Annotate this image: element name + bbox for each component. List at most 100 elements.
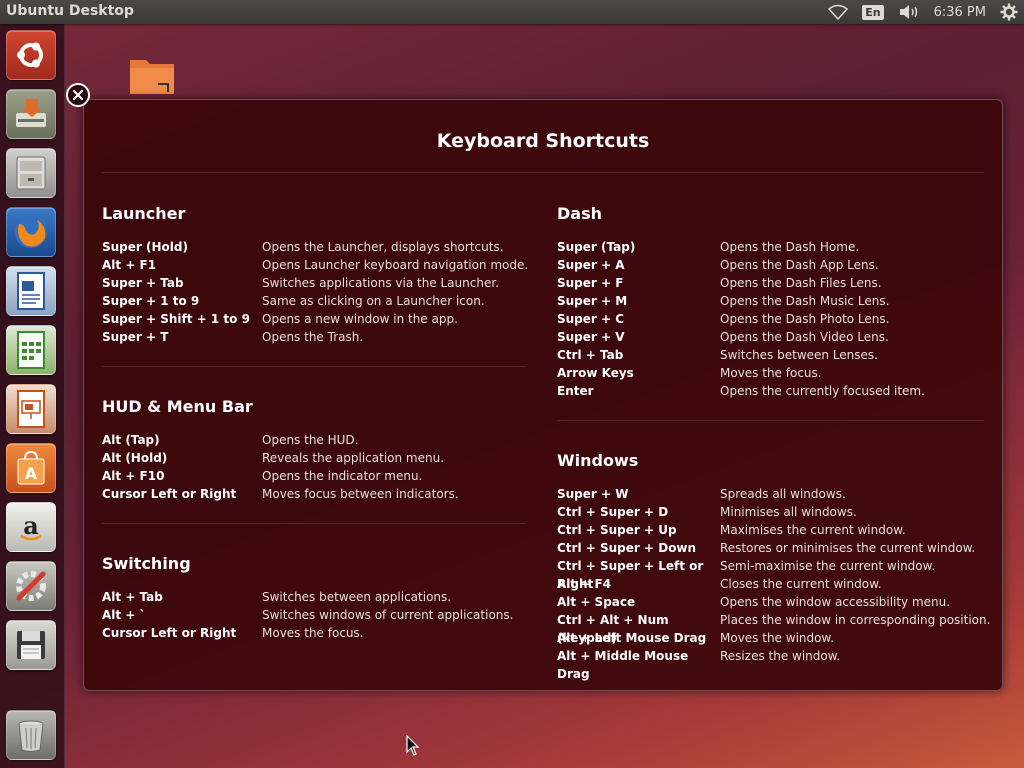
shortcut-description: Closes the current window. [720, 577, 882, 591]
shortcut-key: Super + M [557, 294, 628, 308]
launcher-software-center-button[interactable]: A [6, 443, 56, 493]
shortcut-row: Alt + F1 Opens Launcher keyboard navigati… [102, 256, 528, 274]
shortcut-key: Super + W [557, 487, 629, 501]
launcher-dash-button[interactable] [6, 30, 56, 80]
shortcut-key: Ctrl + Super + Left or Right [557, 559, 704, 591]
shortcut-description: Opens the Dash Video Lens. [720, 330, 889, 344]
section-divider [102, 523, 526, 524]
shortcut-description: Opens Launcher keyboard navigation mode. [262, 258, 529, 272]
shortcut-description: Spreads all windows. [720, 487, 846, 501]
shortcut-description: Switches windows of current applications… [262, 608, 514, 622]
section-dash: Dash Super (Tap) Opens the Dash Home. Sup… [557, 204, 925, 400]
shortcut-key: Alt (Hold) [102, 451, 168, 465]
shortcut-description: Opens the HUD. [262, 433, 359, 447]
shortcut-key: Ctrl + Tab [557, 348, 624, 362]
launcher-amazon-button[interactable]: a [6, 502, 56, 552]
keyboard-layout-indicator[interactable]: En [862, 4, 884, 20]
shortcut-key: Ctrl + Alt + Num (keypad) [557, 613, 669, 645]
svg-text:a: a [23, 511, 39, 540]
shortcut-description: Same as clicking on a Launcher icon. [262, 294, 485, 308]
shortcut-key: Ctrl + Super + Down [557, 541, 697, 555]
shortcut-description: Opens the Dash Music Lens. [720, 294, 890, 308]
shortcut-row: Enter Opens the currently focused item. [557, 382, 925, 400]
shortcut-description: Semi-maximise the current window. [720, 559, 936, 573]
shortcut-description: Moves the focus. [262, 626, 364, 640]
launcher-files-button[interactable] [6, 148, 56, 198]
shortcut-description: Places the window in corresponding posit… [720, 613, 991, 627]
shortcut-key: Super + T [102, 330, 169, 344]
top-panel: Ubuntu Desktop En 6:36 PM [0, 0, 1024, 24]
shortcut-key: Super + F [557, 276, 624, 290]
impress-presentation-icon [17, 390, 45, 428]
shortcut-description: Opens the Dash Home. [720, 240, 860, 254]
shortcut-row: Super + V Opens the Dash Video Lens. [557, 328, 925, 346]
shortcut-description: Opens the currently focused item. [720, 384, 925, 398]
launcher-trash-button[interactable] [6, 710, 56, 760]
shortcut-key: Arrow Keys [557, 366, 634, 380]
shortcut-key: Super + Tab [102, 276, 184, 290]
shortcut-description: Opens a new window in the app. [262, 312, 458, 326]
shortcut-description: Opens the window accessibility menu. [720, 595, 951, 609]
network-icon[interactable] [828, 4, 849, 20]
shortcut-description: Moves focus between indicators. [262, 487, 459, 501]
shortcut-description: Switches applications via the Launcher. [262, 276, 499, 290]
shortcut-row: Alt (Tap) Opens the HUD. [102, 431, 459, 449]
shortcut-description: Opens the Trash. [262, 330, 364, 344]
shortcut-description: Restores or minimises the current window… [720, 541, 976, 555]
panel-title: Ubuntu Desktop [6, 3, 134, 19]
launcher: A a [0, 24, 65, 768]
svg-text:A: A [25, 464, 38, 483]
shortcut-description: Opens the Dash Files Lens. [720, 276, 882, 290]
launcher-settings-button[interactable] [6, 561, 56, 611]
keyboard-shortcuts-overlay: Keyboard Shortcuts Launcher Super (Hold)… [83, 99, 1003, 691]
shortcut-description: Resizes the window. [720, 649, 841, 663]
shortcut-row: Super (Tap) Opens the Dash Home. [557, 238, 925, 256]
gear-icon[interactable] [1000, 3, 1018, 21]
shortcut-description: Moves the focus. [720, 366, 822, 380]
shortcut-row: Alt + Middle Mouse Drag Resizes the windo… [557, 647, 990, 681]
launcher-impress-button[interactable] [6, 384, 56, 434]
calc-spreadsheet-icon [17, 331, 45, 369]
ubuntu-logo-icon [17, 42, 43, 68]
launcher-firefox-button[interactable] [6, 207, 56, 257]
launcher-save-button[interactable] [6, 620, 56, 670]
title-divider [102, 172, 984, 173]
close-overlay-button[interactable] [66, 83, 90, 107]
shortcut-key: Alt + ` [102, 608, 146, 622]
amazon-logo-icon: a [20, 511, 42, 541]
shortcut-row: Ctrl + Super + Down Restores or minimises… [557, 539, 990, 557]
shortcut-description: Moves the window. [720, 631, 834, 645]
shortcut-description: Minimises all windows. [720, 505, 857, 519]
shortcut-row: Super + 1 to 9 Same as clicking on a Laun… [102, 292, 528, 310]
clock[interactable]: 6:36 PM [934, 5, 986, 20]
shortcut-row: Super (Hold) Opens the Launcher, displays… [102, 238, 528, 256]
shortcut-key: Ctrl + Super + Up [557, 523, 677, 537]
shortcut-key: Cursor Left or Right [102, 487, 237, 501]
indicator-area: En 6:36 PM [828, 0, 1018, 24]
shortcut-row: Alt + Space Opens the window accessibilit… [557, 593, 990, 611]
section-title: Launcher [102, 204, 186, 223]
shortcut-description: Opens the Launcher, displays shortcuts. [262, 240, 504, 254]
shortcut-row: Super + Tab Switches applications via the… [102, 274, 528, 292]
shortcut-row: Super + Shift + 1 to 9 Opens a new window… [102, 310, 528, 328]
shortcut-row: Alt + ` Switches windows of current appli… [102, 606, 513, 624]
shortcut-key: Alt + F4 [557, 577, 612, 591]
shortcut-description: Reveals the application menu. [262, 451, 445, 465]
desktop-folder-icon[interactable] [128, 52, 176, 96]
shopping-bag-icon: A [17, 450, 45, 485]
shortcut-row: Cursor Left or Right Moves focus between … [102, 485, 459, 503]
launcher-writer-button[interactable] [6, 266, 56, 316]
shortcut-key: Super + C [557, 312, 625, 326]
shortcut-key: Cursor Left or Right [102, 626, 237, 640]
launcher-calc-button[interactable] [6, 325, 56, 375]
volume-icon[interactable] [898, 4, 920, 20]
shortcut-key: Alt + Middle Mouse Drag [557, 649, 689, 681]
shortcut-row: Super + W Spreads all windows. [557, 485, 990, 503]
shortcut-row: Arrow Keys Moves the focus. [557, 364, 925, 382]
section-title: HUD & Menu Bar [102, 397, 253, 416]
shortcut-key: Super (Tap) [557, 240, 636, 254]
launcher-installer-button[interactable] [6, 89, 56, 139]
shortcut-key: Alt (Tap) [102, 433, 160, 447]
shortcut-key: Super (Hold) [102, 240, 188, 254]
shortcut-description: Opens the indicator menu. [262, 469, 423, 483]
